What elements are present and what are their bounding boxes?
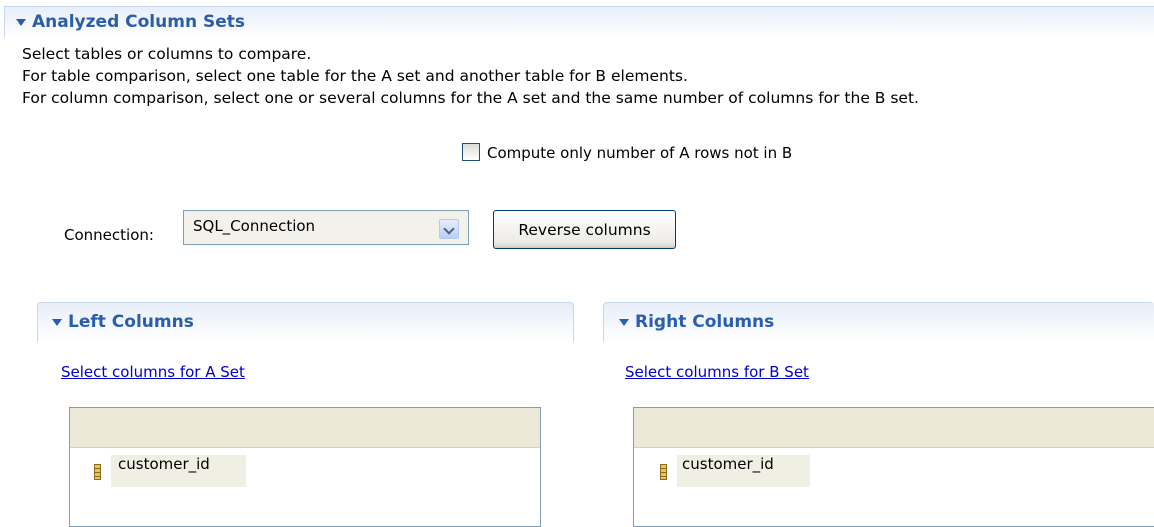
- compute-only-checkbox[interactable]: [462, 143, 480, 161]
- description-line-2: For table comparison, select one table f…: [22, 67, 688, 85]
- right-columns-header[interactable]: Right Columns: [603, 302, 1154, 342]
- collapse-twisty-icon[interactable]: [16, 19, 26, 26]
- section-title: Analyzed Column Sets: [32, 12, 245, 32]
- select-a-set-link[interactable]: Select columns for A Set: [61, 363, 245, 381]
- table-header: [634, 408, 1154, 448]
- connection-value: SQL_Connection: [193, 217, 316, 235]
- left-columns-title: Left Columns: [68, 312, 194, 332]
- table-row[interactable]: customer_id: [682, 455, 774, 473]
- collapse-twisty-icon[interactable]: [619, 319, 629, 326]
- table-header: [70, 408, 540, 448]
- description-line-3: For column comparison, select one or sev…: [22, 89, 919, 107]
- compute-only-label[interactable]: Compute only number of A rows not in B: [487, 144, 792, 162]
- reverse-columns-button[interactable]: Reverse columns: [493, 210, 676, 249]
- table-row[interactable]: customer_id: [118, 455, 210, 473]
- right-columns-title: Right Columns: [635, 312, 775, 332]
- column-icon: [94, 464, 101, 480]
- connection-label: Connection:: [64, 226, 154, 244]
- chevron-down-icon[interactable]: [439, 219, 459, 239]
- column-icon: [660, 464, 667, 480]
- select-b-set-link[interactable]: Select columns for B Set: [625, 363, 809, 381]
- connection-dropdown[interactable]: SQL_Connection: [183, 210, 469, 245]
- collapse-twisty-icon[interactable]: [52, 319, 62, 326]
- left-columns-header[interactable]: Left Columns: [37, 302, 574, 342]
- description-line-1: Select tables or columns to compare.: [22, 45, 312, 63]
- analyzed-column-sets-header[interactable]: Analyzed Column Sets: [4, 6, 1154, 38]
